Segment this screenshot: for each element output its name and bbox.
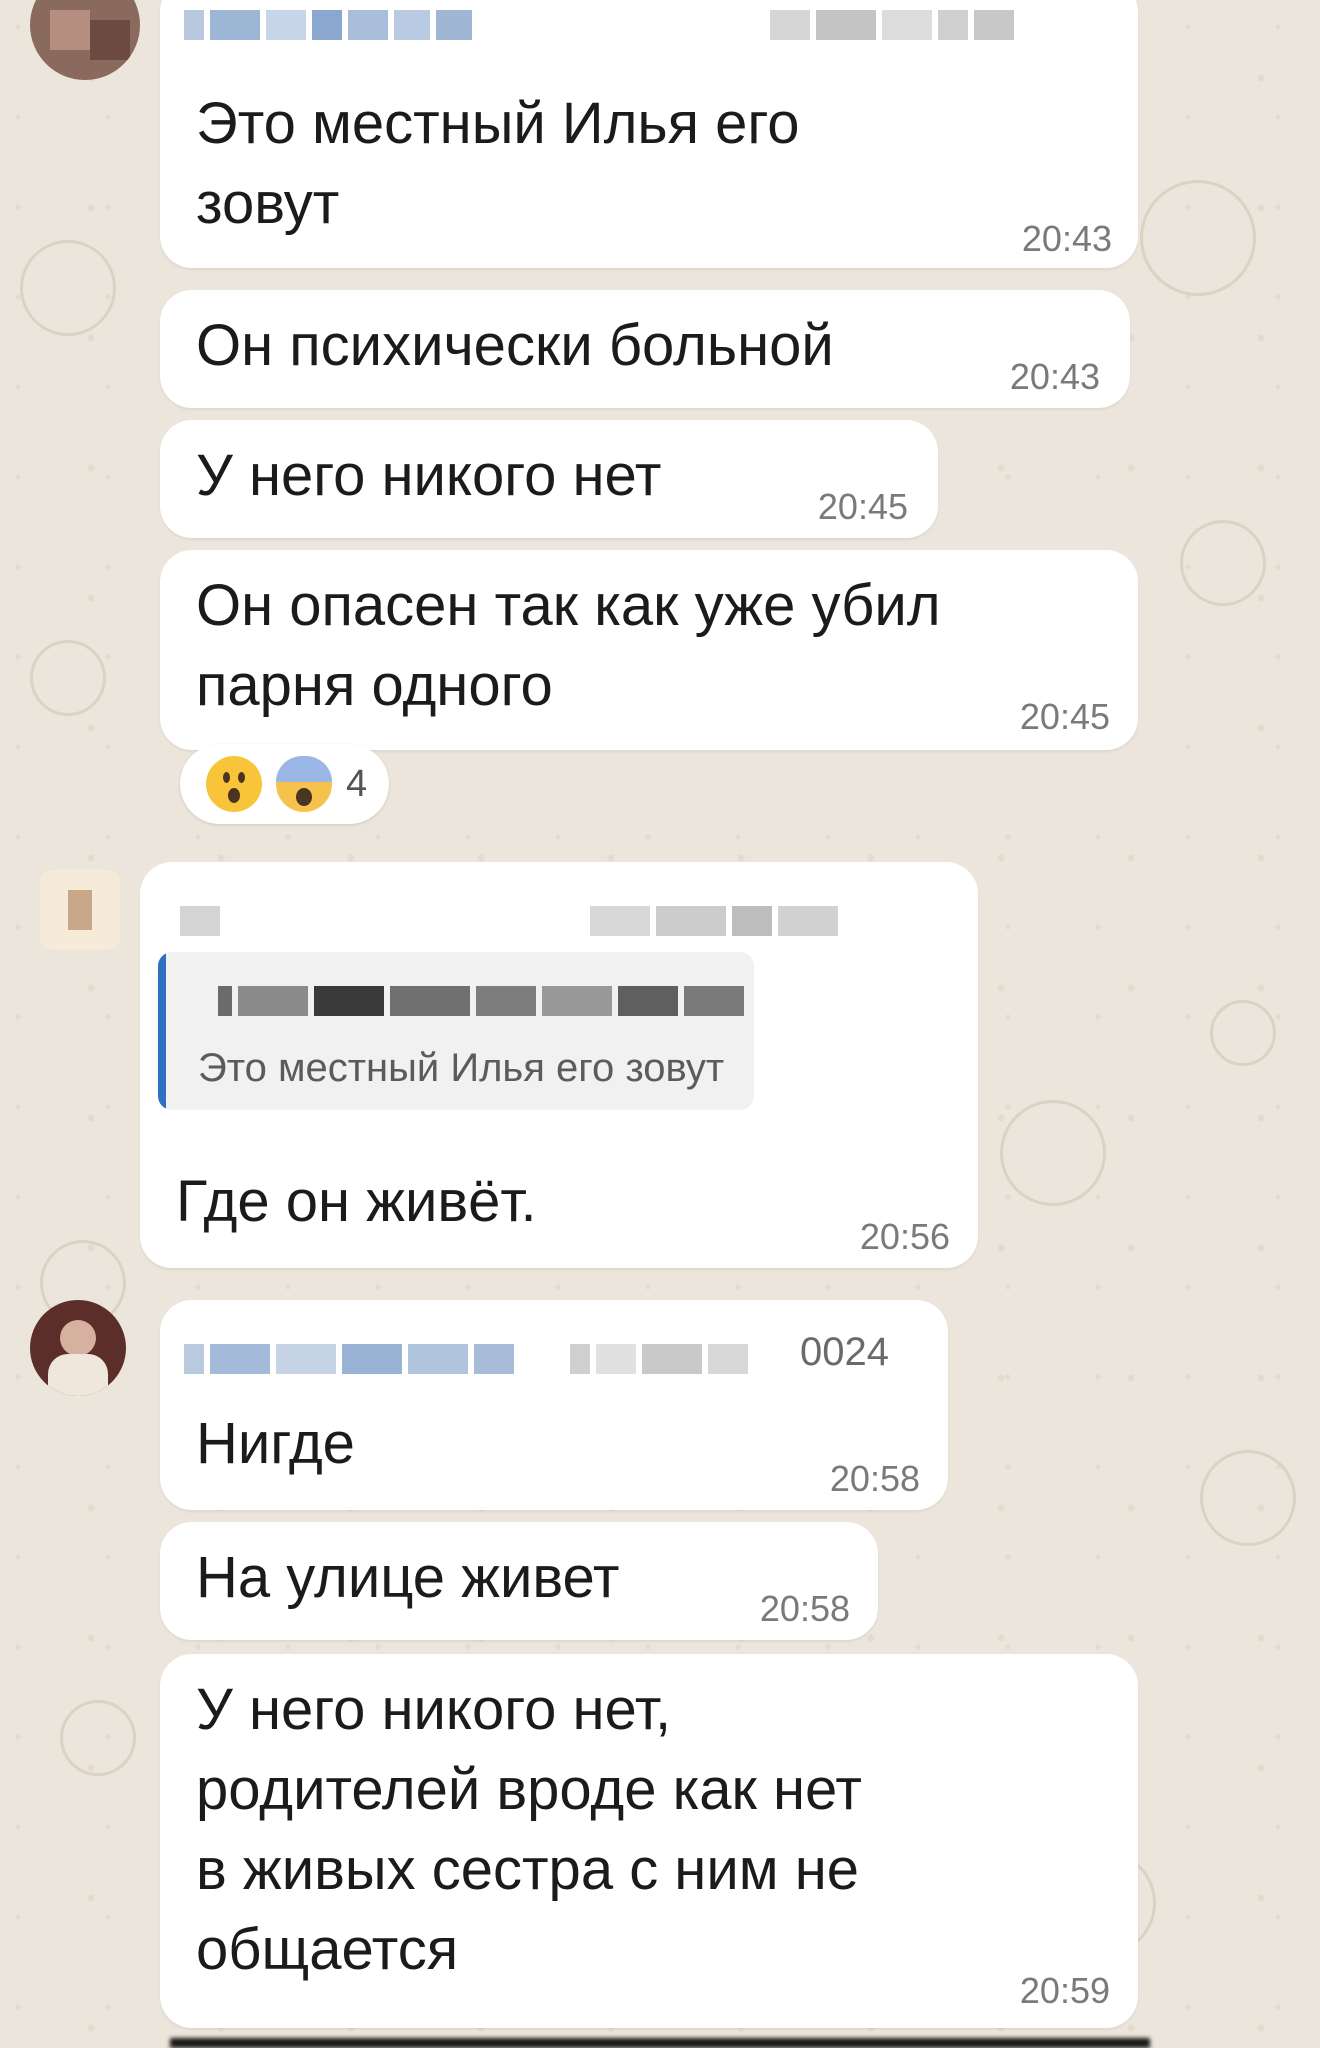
surprised-face-icon bbox=[206, 756, 262, 812]
sender-phone-suffix: 0024 bbox=[800, 1330, 889, 1374]
message-text: зовут bbox=[196, 171, 340, 236]
message-bubble[interactable]: Это местный Илья его зовут Где он живёт.… bbox=[140, 862, 978, 1268]
message-text: в живых сестра с ним не bbox=[196, 1837, 860, 1902]
message-text: Нигде bbox=[196, 1411, 355, 1476]
message-time: 20:56 bbox=[859, 1216, 950, 1257]
message-time: 20:45 bbox=[817, 486, 908, 527]
reactions-pill[interactable]: 4 bbox=[180, 744, 390, 824]
message-time: 20:43 bbox=[1009, 356, 1100, 397]
message-bubble[interactable]: На улице живет 20:58 bbox=[160, 1522, 878, 1640]
quoted-sender-blurred bbox=[218, 986, 744, 1016]
message-bubble[interactable]: У него никого нет, родителей вроде как н… bbox=[160, 1654, 1138, 2028]
sender-name-blurred bbox=[180, 906, 220, 936]
reaction-count: 4 bbox=[346, 762, 368, 805]
quote-accent-bar bbox=[158, 952, 166, 1110]
message-text: Он психически больной bbox=[196, 313, 834, 378]
message-text: парня одного bbox=[196, 653, 553, 718]
message-bubble[interactable]: 0024 Нигде 20:58 bbox=[160, 1300, 948, 1510]
message-time: 20:59 bbox=[1019, 1970, 1110, 2011]
message-text: У него никого нет bbox=[196, 443, 662, 508]
message-text: родителей вроде как нет bbox=[196, 1757, 862, 1822]
message-time: 20:58 bbox=[759, 1588, 850, 1629]
sender-avatar[interactable] bbox=[30, 1300, 126, 1396]
sender-name-blurred bbox=[184, 1344, 514, 1374]
message-bubble[interactable]: Он психически больной 20:43 bbox=[160, 290, 1130, 408]
message-text: общается bbox=[196, 1917, 459, 1982]
phone-number-blurred bbox=[770, 10, 1014, 40]
message-text: Где он живёт. bbox=[176, 1169, 537, 1234]
sender-avatar[interactable] bbox=[40, 870, 120, 950]
reply-quote[interactable]: Это местный Илья его зовут bbox=[158, 952, 754, 1110]
message-time: 20:58 bbox=[829, 1458, 920, 1499]
screaming-face-icon bbox=[276, 756, 332, 812]
phone-number-blurred bbox=[590, 906, 838, 936]
message-text: У него никого нет, bbox=[196, 1677, 672, 1742]
cropped-next-message-edge bbox=[170, 2038, 1150, 2048]
quoted-text: Это местный Илья его зовут bbox=[198, 1046, 725, 1090]
message-bubble[interactable]: Это местный Илья его зовут 20:43 bbox=[160, 0, 1138, 268]
message-text: На улице живет bbox=[196, 1545, 620, 1610]
message-bubble[interactable]: Он опасен так как уже убил парня одного … bbox=[160, 550, 1138, 750]
phone-number-blurred bbox=[570, 1344, 748, 1374]
message-time: 20:43 bbox=[1021, 218, 1112, 259]
message-text: Это местный Илья его bbox=[196, 91, 800, 156]
message-bubble[interactable]: У него никого нет 20:45 bbox=[160, 420, 938, 538]
message-time: 20:45 bbox=[1019, 696, 1110, 737]
message-text: Он опасен так как уже убил bbox=[196, 573, 941, 638]
sender-name-blurred bbox=[184, 10, 472, 40]
